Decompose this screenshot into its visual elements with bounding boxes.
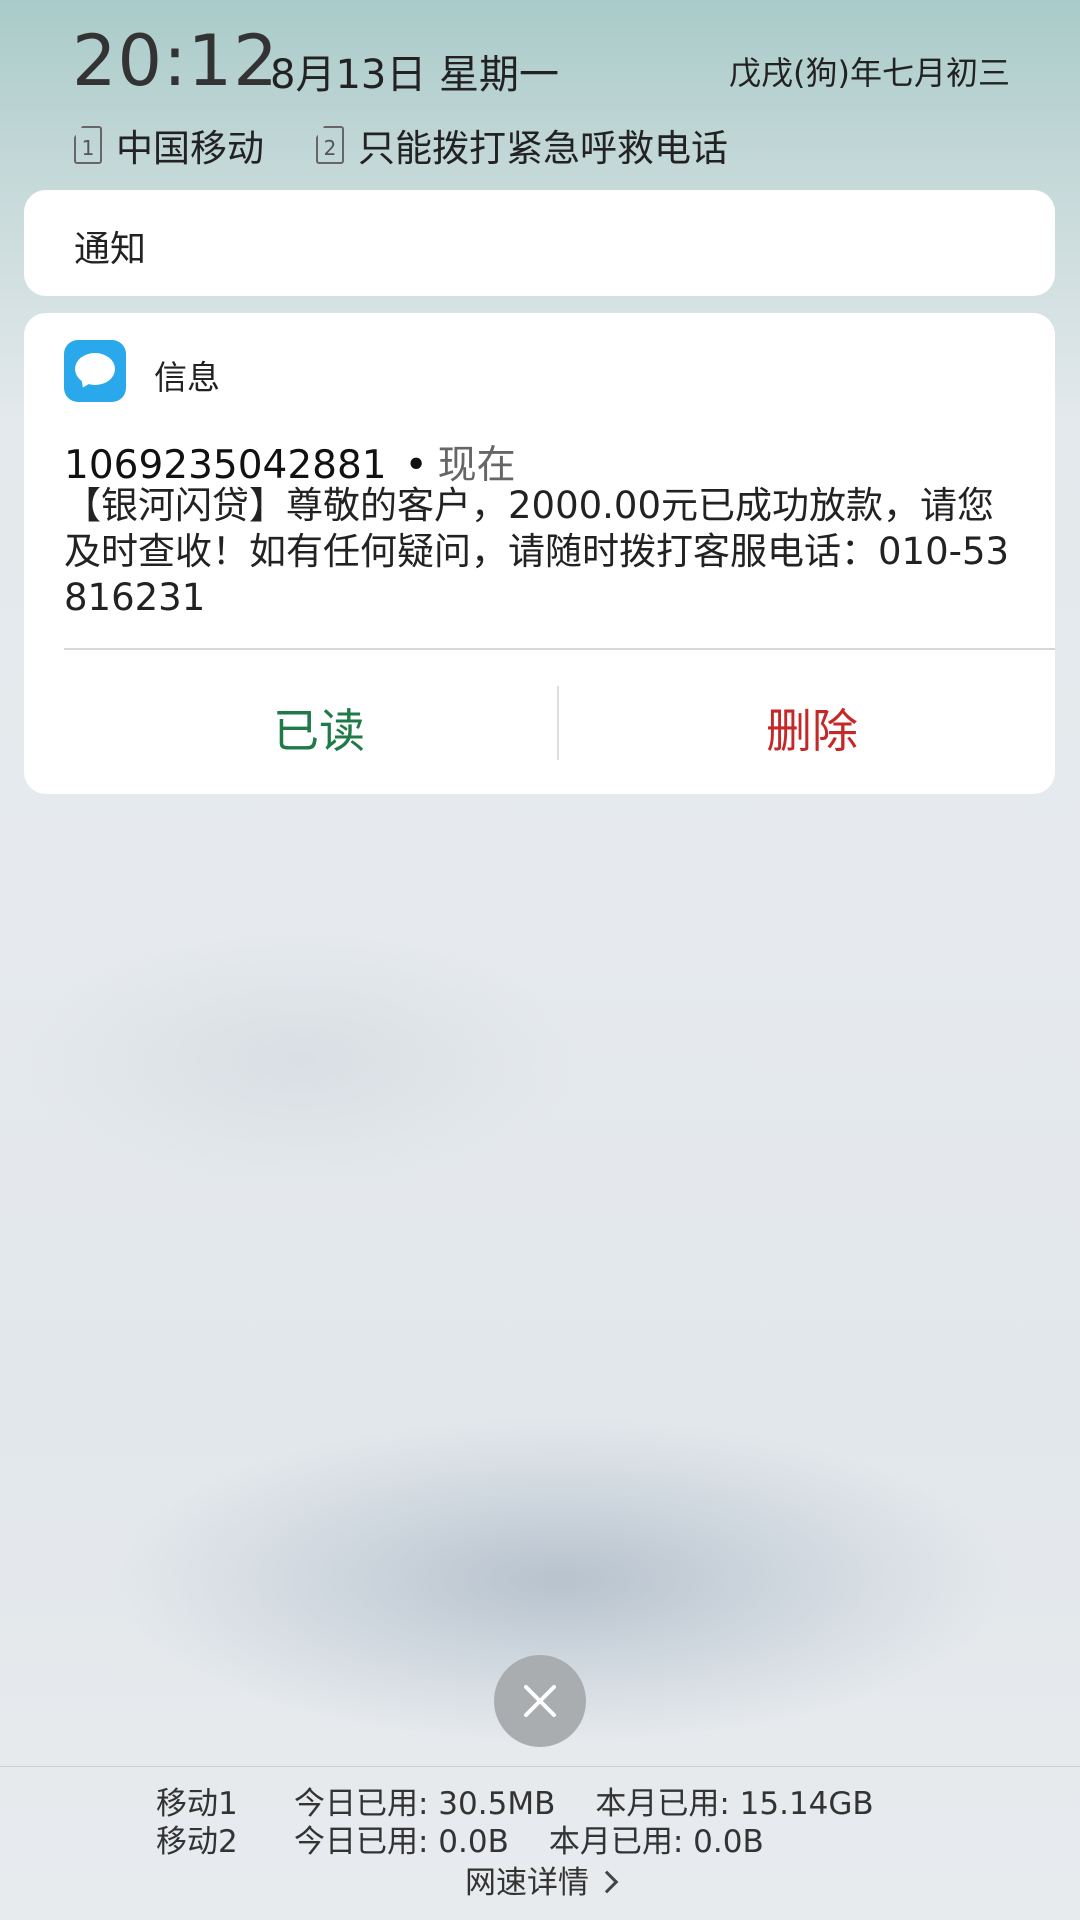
- section-title: 通知: [74, 229, 147, 270]
- sender-number: 1069235042881: [64, 443, 387, 488]
- chevron-right-icon: [595, 1870, 619, 1894]
- network-speed-details-link[interactable]: 网速详情: [0, 1857, 1080, 1902]
- mark-read-button[interactable]: 已读: [84, 683, 554, 773]
- lunar-date: 戊戌(狗)年七月初三: [729, 54, 1010, 92]
- carrier-label: 只能拨打紧急呼救电话: [358, 127, 728, 170]
- close-icon: [524, 1685, 556, 1717]
- status-header: 20:12 8月13日 星期一 戊戌(狗)年七月初三 1 中国移动 2 只能拨打…: [0, 0, 1080, 190]
- notification-section-header: 通知: [24, 190, 1055, 296]
- sim-card-icon: 2: [316, 126, 344, 164]
- speed-link-label: 网速详情: [465, 1865, 589, 1901]
- data-usage-row: 移动2 今日已用: 0.0B 本月已用: 0.0B: [156, 1816, 764, 1861]
- clear-notifications-button[interactable]: [494, 1655, 586, 1747]
- action-separator: [557, 686, 559, 760]
- clock-time: 20:12: [72, 20, 279, 102]
- usage-month: 本月已用: 0.0B: [548, 1824, 764, 1860]
- message-time: 现在: [437, 443, 516, 488]
- sim-card-icon: 1: [74, 126, 102, 164]
- usage-today: 今日已用: 0.0B: [294, 1824, 509, 1860]
- carrier-label: 中国移动: [116, 127, 264, 170]
- app-name: 信息: [154, 358, 220, 397]
- message-bubble-icon: [64, 340, 126, 402]
- delete-button[interactable]: 删除: [577, 683, 1047, 773]
- sender-line: 1069235042881 • 现在: [64, 434, 516, 490]
- date-label: 8月13日 星期一: [270, 52, 560, 98]
- message-body: 【银河闪贷】尊敬的客户，2000.00元已成功放款，请您及时查收！如有任何疑问，…: [64, 484, 1010, 619]
- footer-divider: [0, 1766, 1080, 1767]
- background-blur: [20, 930, 580, 1190]
- sim-1-status: 1 中国移动: [74, 118, 264, 172]
- sim-2-status: 2 只能拨打紧急呼救电话: [316, 118, 728, 172]
- message-notification-card[interactable]: 信息 1069235042881 • 现在 【银河闪贷】尊敬的客户，2000.00元…: [24, 313, 1055, 794]
- sim-status-row: 1 中国移动 2 只能拨打紧急呼救电话: [74, 118, 780, 172]
- sim-label: 移动2: [156, 1824, 238, 1860]
- divider: [64, 648, 1055, 650]
- separator-dot: •: [404, 443, 428, 488]
